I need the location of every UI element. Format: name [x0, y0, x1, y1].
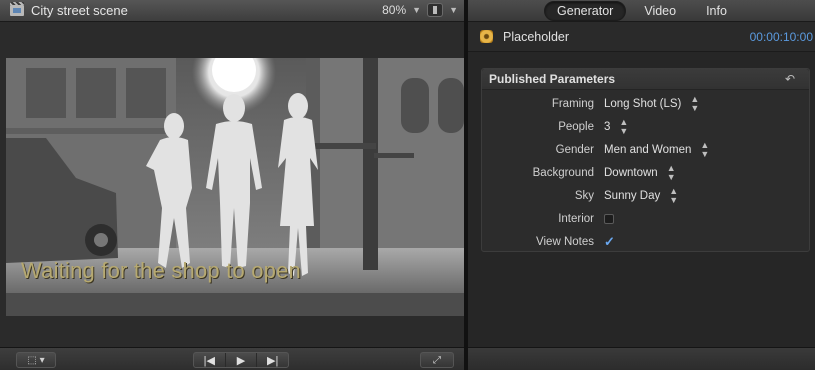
tab-video[interactable]: Video — [632, 2, 688, 20]
viewer-caption: Waiting for the shop to open — [21, 258, 301, 283]
view-options-button[interactable]: ⬚ ▾ — [16, 352, 56, 368]
param-value: Sunny Day — [604, 190, 661, 202]
published-parameters-title: Published Parameters — [489, 72, 616, 86]
clip-icon — [10, 2, 24, 16]
param-label: Background — [532, 167, 594, 179]
generator-icon — [480, 30, 493, 43]
param-label: People — [558, 121, 594, 133]
param-row-gender: Gender Men and Women ▲ ▼ — [482, 140, 809, 160]
stepper-icon: ▲ ▼ — [700, 140, 710, 159]
reset-icon[interactable]: ↶ — [785, 72, 795, 86]
param-value: Long Shot (LS) — [604, 98, 682, 110]
zoom-controls: 80% ▼ ▼ — [382, 3, 458, 17]
param-row-background: Background Downtown ▲ ▼ — [482, 163, 809, 183]
inspector-footer — [468, 347, 815, 370]
viewer-title: City street scene — [31, 3, 128, 18]
view-options-icon: ⬚ ▾ — [27, 354, 45, 366]
stepper-icon: ▲ ▼ — [666, 163, 676, 182]
timecode: 00:00:10:00 — [749, 29, 813, 44]
item-name: Placeholder — [503, 29, 570, 44]
param-value: Men and Women — [604, 144, 692, 156]
param-row-people: People 3 ▲ ▼ — [482, 117, 809, 137]
param-label: Framing — [551, 98, 594, 110]
gender-popup[interactable]: Men and Women ▲ ▼ — [604, 141, 709, 159]
viewer-canvas: Waiting for the shop to open — [6, 58, 464, 316]
transport-controls: |◀ ▶ ▶| — [193, 352, 289, 368]
viewer-header: City street scene 80% ▼ ▼ — [0, 0, 464, 22]
param-label: View Notes — [536, 236, 594, 248]
param-row-view-notes: View Notes ✓ — [482, 232, 809, 252]
viewer-footer: ⬚ ▾ |◀ ▶ ▶| ⤢ — [0, 347, 464, 370]
param-row-framing: Framing Long Shot (LS) ▲ ▼ — [482, 94, 809, 114]
param-label: Interior — [558, 213, 594, 225]
tab-info[interactable]: Info — [694, 2, 739, 20]
background-popup[interactable]: Downtown ▲ ▼ — [604, 164, 676, 182]
stepper-icon: ▲ ▼ — [690, 94, 700, 113]
view-mode-icon[interactable] — [427, 3, 444, 17]
zoom-dropdown-icon[interactable]: ▼ — [412, 5, 421, 15]
people-popup[interactable]: 3 ▲ ▼ — [604, 118, 628, 136]
inspector-header: Placeholder 00:00:10:00 — [468, 22, 815, 52]
interior-checkbox[interactable] — [604, 214, 614, 224]
param-value: Downtown — [604, 167, 658, 179]
zoom-value[interactable]: 80% — [382, 3, 406, 17]
stepper-icon: ▲ ▼ — [619, 117, 629, 136]
param-row-sky: Sky Sunny Day ▲ ▼ — [482, 186, 809, 206]
param-label: Sky — [574, 190, 594, 202]
fullscreen-button[interactable]: ⤢ — [420, 352, 454, 368]
inspector-pane: Generator Video Info Placeholder 00:00:1… — [468, 0, 815, 370]
param-row-interior: Interior — [482, 209, 809, 229]
inspector-tabs: Generator Video Info — [468, 0, 815, 22]
view-dropdown-icon[interactable]: ▼ — [449, 5, 458, 15]
tab-generator[interactable]: Generator — [544, 0, 627, 21]
param-label: Gender — [555, 144, 594, 156]
viewer-pane: City street scene 80% ▼ ▼ Waiting for th… — [0, 0, 464, 370]
play-icon[interactable]: ▶ — [226, 353, 258, 367]
stepper-icon: ▲ ▼ — [669, 186, 679, 205]
sky-popup[interactable]: Sunny Day ▲ ▼ — [604, 187, 678, 205]
expand-icon: ⤢ — [433, 354, 441, 366]
view-notes-checkbox[interactable]: ✓ — [604, 234, 615, 250]
framing-popup[interactable]: Long Shot (LS) ▲ ▼ — [604, 95, 699, 113]
published-parameters-header: Published Parameters ↶ — [482, 69, 809, 90]
published-parameters-panel: Published Parameters ↶ Framing Long Shot… — [481, 68, 810, 252]
skip-back-icon[interactable]: |◀ — [194, 353, 226, 367]
param-value: 3 — [604, 121, 611, 133]
skip-forward-icon[interactable]: ▶| — [257, 353, 288, 367]
